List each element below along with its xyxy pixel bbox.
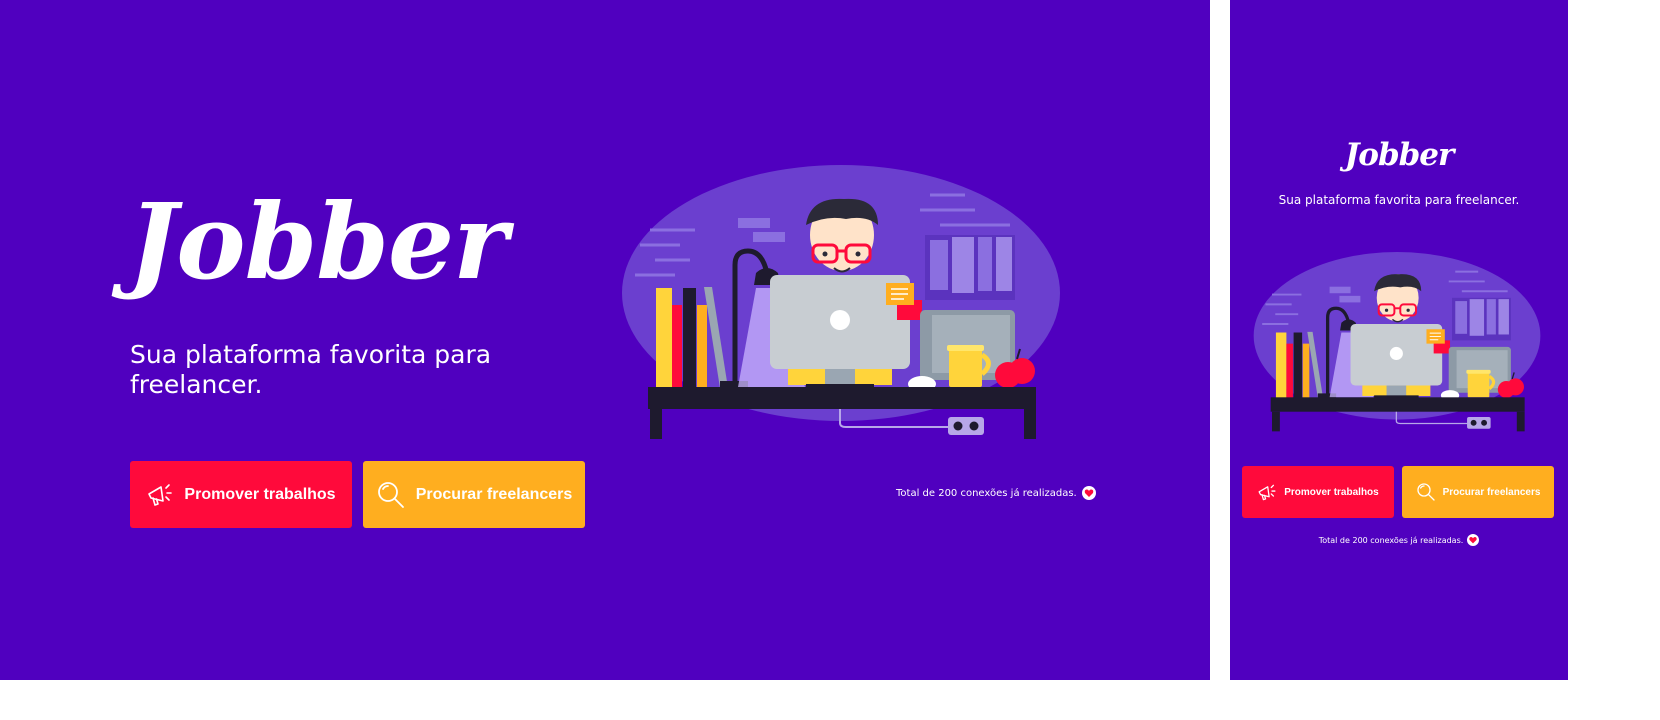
desktop-view: Jobber Sua plataforma favorita para free…	[0, 0, 1210, 680]
connections-count-text: Total de 200 conexões já realizadas.	[896, 487, 1077, 499]
search-freelancers-label: Procurar freelancers	[1442, 486, 1541, 498]
brand-logo: Jobber	[128, 180, 508, 303]
tagline: Sua plataforma favorita para freelancer.	[1278, 193, 1520, 207]
connections-count-text: Total de 200 conexões já realizadas.	[1318, 535, 1464, 545]
freelancer-at-desk-illustration	[1252, 252, 1544, 432]
promote-jobs-button[interactable]: Promover trabalhos	[1242, 466, 1394, 518]
megaphone-icon	[1257, 483, 1277, 502]
tagline: Sua plataforma favorita para freelancer.	[130, 340, 492, 399]
heart-icon	[1081, 486, 1096, 500]
magnifier-icon	[376, 480, 406, 510]
magnifier-icon	[1416, 482, 1436, 502]
search-freelancers-button[interactable]: Procurar freelancers	[363, 461, 585, 528]
connections-count: Total de 200 conexões já realizadas.	[1230, 534, 1568, 546]
freelancer-at-desk-illustration	[620, 165, 1065, 440]
promote-jobs-button[interactable]: Promover trabalhos	[130, 461, 352, 528]
connections-count: Total de 200 conexões já realizadas.	[896, 486, 1096, 500]
promote-jobs-label: Promover trabalhos	[184, 485, 336, 503]
search-freelancers-label: Procurar freelancers	[415, 485, 573, 503]
megaphone-icon	[146, 482, 174, 508]
promote-jobs-label: Promover trabalhos	[1284, 486, 1379, 498]
mobile-view: Jobber Sua plataforma favorita para free…	[1230, 0, 1568, 680]
brand-logo: Jobber	[1344, 137, 1455, 173]
search-freelancers-button[interactable]: Procurar freelancers	[1402, 466, 1554, 518]
heart-icon	[1467, 534, 1480, 546]
